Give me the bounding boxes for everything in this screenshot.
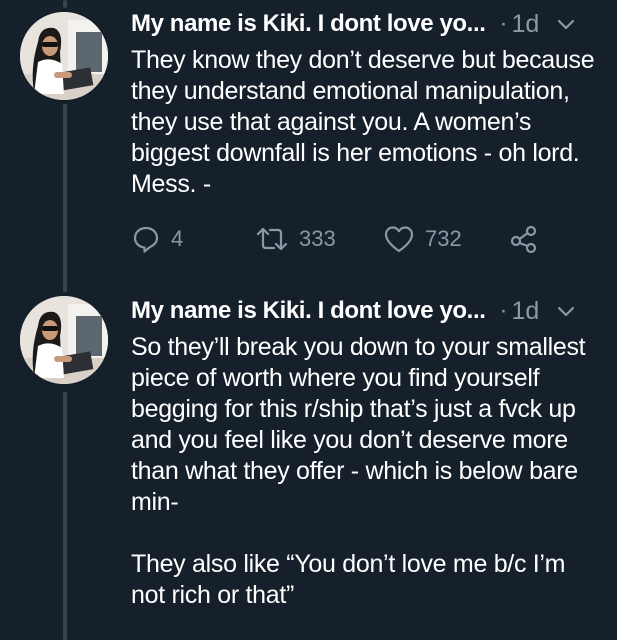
avatar-photo bbox=[20, 296, 108, 384]
share-button[interactable] bbox=[509, 222, 539, 256]
retweet-button[interactable]: 333 bbox=[255, 222, 336, 256]
tweet-header: My name is Kiki. I dont love yo... · 1d bbox=[131, 294, 599, 328]
separator-dot: · bbox=[499, 297, 508, 324]
reply-button[interactable]: 4 bbox=[131, 222, 183, 256]
share-icon bbox=[510, 225, 537, 254]
separator-dot: · bbox=[499, 10, 508, 37]
tweet-1[interactable]: My name is Kiki. I dont love yo... · 1d … bbox=[0, 0, 617, 270]
chevron-down-icon[interactable] bbox=[555, 13, 577, 35]
retweet-count: 333 bbox=[299, 226, 336, 251]
author-name[interactable]: My name is Kiki. I dont love yo... bbox=[131, 10, 486, 38]
tweet-actions: 4 333 732 bbox=[131, 222, 561, 256]
avatar-photo bbox=[20, 12, 108, 100]
like-count: 732 bbox=[425, 226, 462, 251]
avatar[interactable] bbox=[20, 296, 108, 384]
tweet-text: They know they don’t deserve but because… bbox=[131, 46, 595, 198]
timestamp[interactable]: 1d bbox=[512, 297, 540, 326]
reply-count: 4 bbox=[171, 226, 184, 251]
tweet-header: My name is Kiki. I dont love yo... · 1d bbox=[131, 7, 599, 41]
retweet-icon bbox=[256, 227, 288, 251]
timestamp[interactable]: 1d bbox=[512, 10, 540, 39]
heart-icon bbox=[384, 226, 414, 253]
reply-icon bbox=[133, 226, 159, 253]
tweet-text: So they’ll break you down to your smalle… bbox=[131, 333, 586, 609]
like-button[interactable]: 732 bbox=[383, 222, 462, 256]
avatar[interactable] bbox=[20, 12, 108, 100]
tweet-2[interactable]: My name is Kiki. I dont love yo... · 1d … bbox=[0, 290, 617, 640]
author-name[interactable]: My name is Kiki. I dont love yo... bbox=[131, 297, 486, 325]
chevron-down-icon[interactable] bbox=[555, 300, 577, 322]
